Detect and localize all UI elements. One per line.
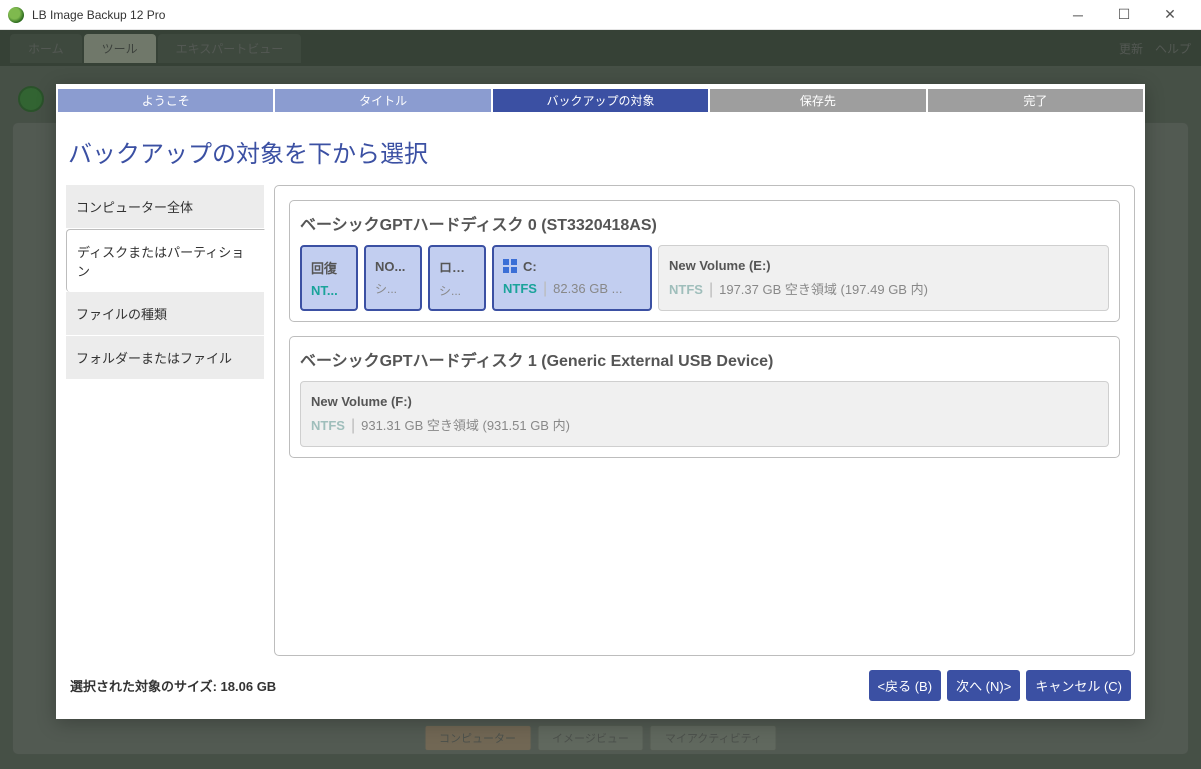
selection-size-label: 選択された対象のサイズ: 18.06 GB: [70, 676, 276, 695]
partition-label: New Volume (F:): [311, 394, 1098, 409]
disk-title-0: ベーシックGPTハードディスク 0 (ST3320418AS): [300, 211, 1109, 235]
partition-e[interactable]: New Volume (E:) NTFS | 197.37 GB 空き領域 (1…: [658, 245, 1109, 311]
step-welcome[interactable]: ようこそ: [58, 89, 273, 112]
titlebar: LB Image Backup 12 Pro ─ ☐ ✕: [0, 0, 1201, 30]
disk-group-1: ベーシックGPTハードディスク 1 (Generic External USB …: [289, 336, 1120, 458]
partition-noname[interactable]: NO... シ...: [364, 245, 422, 311]
maximize-button[interactable]: ☐: [1101, 0, 1147, 30]
modal-footer: 選択された対象のサイズ: 18.06 GB <戻る (B) 次へ (N)> キャ…: [56, 656, 1145, 719]
step-done[interactable]: 完了: [928, 89, 1143, 112]
partition-fs: NTFS: [311, 418, 345, 433]
app-icon: [8, 7, 24, 23]
next-button[interactable]: 次へ (N)>: [947, 670, 1020, 701]
back-button[interactable]: <戻る (B): [869, 670, 942, 701]
windows-icon: [503, 259, 517, 273]
partition-fs: NTFS: [503, 281, 537, 296]
partition-fs: NT...: [311, 283, 338, 298]
partition-label: C:: [503, 259, 641, 274]
partition-size: 197.37 GB 空き領域 (197.49 GB 内): [719, 279, 928, 298]
disk-group-0: ベーシックGPTハードディスク 0 (ST3320418AS) 回復 NT...…: [289, 200, 1120, 322]
partition-sub: シ...: [375, 280, 411, 297]
sidebar-item-file-types[interactable]: ファイルの種類: [66, 292, 264, 336]
partition-fs: NTFS: [669, 282, 703, 297]
disk-title-1: ベーシックGPTハードディスク 1 (Generic External USB …: [300, 347, 1109, 371]
cancel-button[interactable]: キャンセル (C): [1026, 670, 1131, 701]
sidebar: コンピューター全体 ディスクまたはパーティション ファイルの種類 フォルダーまた…: [66, 185, 264, 656]
partition-f[interactable]: New Volume (F:) NTFS | 931.31 GB 空き領域 (9…: [300, 381, 1109, 447]
partition-size: 82.36 GB ...: [553, 281, 622, 296]
window-title: LB Image Backup 12 Pro: [32, 8, 165, 22]
backup-wizard-modal: ようこそ タイトル バックアップの対象 保存先 完了 バックアップの対象を下から…: [56, 84, 1145, 719]
wizard-steps: ようこそ タイトル バックアップの対象 保存先 完了: [56, 84, 1145, 112]
sidebar-item-whole-computer[interactable]: コンピューター全体: [66, 185, 264, 229]
step-destination[interactable]: 保存先: [710, 89, 925, 112]
sidebar-item-folders-files[interactable]: フォルダーまたはファイル: [66, 336, 264, 380]
partition-label: 回復: [311, 258, 347, 277]
minimize-button[interactable]: ─: [1055, 0, 1101, 30]
partition-sub: シ...: [439, 282, 475, 299]
close-button[interactable]: ✕: [1147, 0, 1193, 30]
partition-recovery[interactable]: 回復 NT...: [300, 245, 358, 311]
partition-label: ロー...: [439, 257, 475, 276]
step-target[interactable]: バックアップの対象: [493, 89, 708, 112]
partition-raw[interactable]: ロー... シ...: [428, 245, 486, 311]
partition-c[interactable]: C: NTFS | 82.36 GB ...: [492, 245, 652, 311]
sidebar-item-disk-partition[interactable]: ディスクまたはパーティション: [66, 229, 265, 292]
disk-list: ベーシックGPTハードディスク 0 (ST3320418AS) 回復 NT...…: [274, 185, 1135, 656]
step-title[interactable]: タイトル: [275, 89, 490, 112]
partition-size: 931.31 GB 空き領域 (931.51 GB 内): [361, 415, 570, 434]
page-title: バックアップの対象を下から選択: [56, 112, 1145, 185]
partition-label: NO...: [375, 259, 411, 274]
partition-label: New Volume (E:): [669, 258, 1098, 273]
